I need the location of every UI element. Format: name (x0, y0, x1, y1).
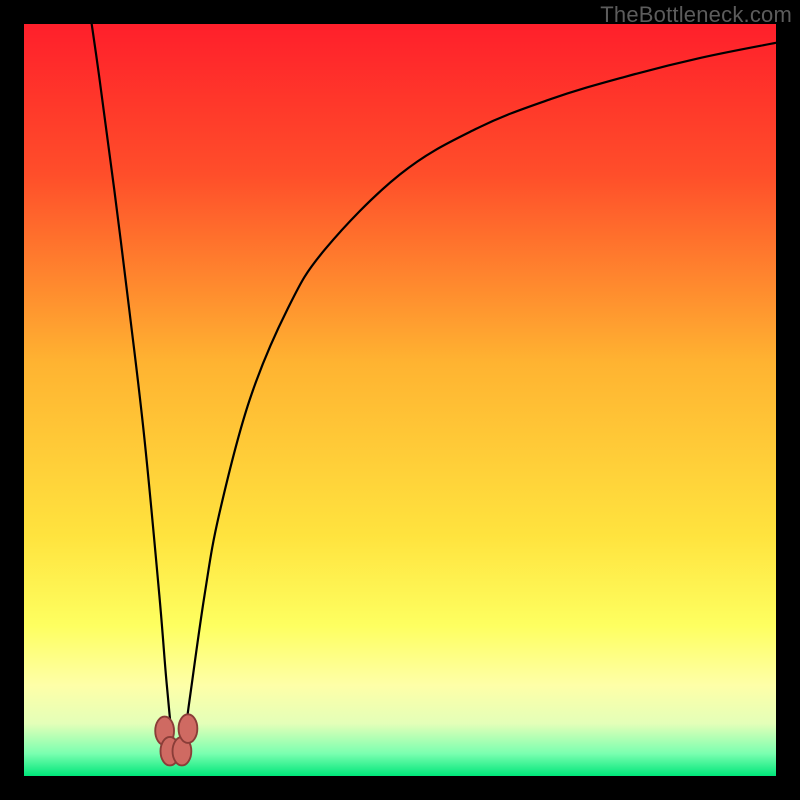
plot-area (24, 24, 776, 776)
chart-frame: TheBottleneck.com (0, 0, 800, 800)
bottleneck-curve (24, 24, 776, 776)
curve-minimum-marker (179, 714, 198, 743)
watermark-text: TheBottleneck.com (600, 2, 792, 28)
